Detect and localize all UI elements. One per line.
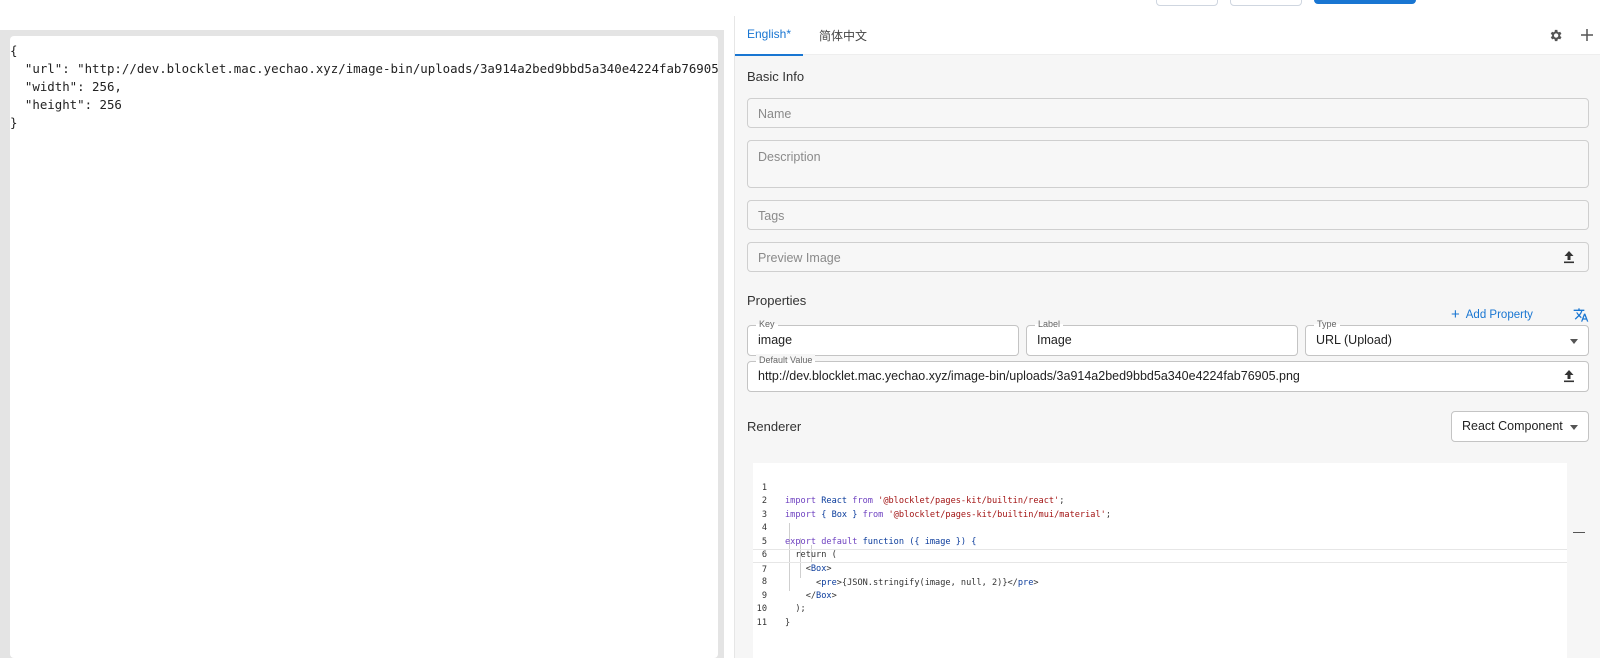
language-tabs: English* 简体中文 xyxy=(734,16,1600,56)
renderer-type-select[interactable]: React Component xyxy=(1451,411,1589,442)
renderer-heading: Renderer xyxy=(747,419,802,434)
upload-icon[interactable] xyxy=(1562,250,1578,266)
add-property-label: Add Property xyxy=(1465,309,1533,321)
preview-line: "height": 256 xyxy=(10,97,122,112)
code-line: 5 return ( xyxy=(753,522,1567,561)
preview-image-input[interactable]: Preview Image xyxy=(747,242,1589,272)
primary-action-button[interactable] xyxy=(1314,0,1416,4)
property-key-field[interactable]: Key image xyxy=(747,318,1019,356)
secondary-action-button[interactable] xyxy=(1230,0,1302,6)
translate-icon[interactable] xyxy=(1573,307,1589,323)
properties-heading: Properties xyxy=(747,293,807,308)
preview-image-placeholder: Preview Image xyxy=(758,251,841,265)
code-line: 11 xyxy=(753,603,1567,628)
key-label: Key xyxy=(756,318,778,330)
top-toolbar-strip xyxy=(0,0,1600,16)
default-value-label: Default Value xyxy=(756,354,816,366)
modified-indicator: * xyxy=(786,27,792,41)
tags-placeholder: Tags xyxy=(758,209,785,223)
preview-json-output: { "url": "http://dev.blocklet.mac.yechao… xyxy=(10,36,718,132)
type-value: URL (Upload) xyxy=(1316,333,1392,347)
renderer-type-value: React Component xyxy=(1462,419,1563,433)
component-settings-panel: English* 简体中文 Basic Info Name Descriptio… xyxy=(734,16,1600,658)
tags-input[interactable]: Tags xyxy=(747,200,1589,230)
tab-english[interactable]: English* xyxy=(734,27,804,56)
preview-canvas: { "url": "http://dev.blocklet.mac.yechao… xyxy=(10,36,718,658)
name-input[interactable]: Name xyxy=(747,98,1589,128)
code-line: 8 </Box> xyxy=(753,563,1567,601)
code-line: 2 import { Box } from '@blocklet/pages-k… xyxy=(753,482,1567,520)
add-property-button[interactable]: + Add Property xyxy=(1451,306,1533,323)
code-line-active: 7 <pre>{JSON.stringify(image, null, 2)}<… xyxy=(753,549,1567,588)
default-value-value: http://dev.blocklet.mac.yechao.xyz/image… xyxy=(758,369,1300,383)
code-line: 10 } xyxy=(753,590,1567,628)
property-label-field[interactable]: Label Image xyxy=(1026,318,1298,356)
gear-icon[interactable] xyxy=(1545,25,1565,45)
upload-icon[interactable] xyxy=(1562,369,1578,385)
code-line: 6 <Box> xyxy=(753,536,1567,574)
basic-info-heading: Basic Info xyxy=(747,69,805,84)
name-placeholder: Name xyxy=(758,107,792,121)
type-label: Type xyxy=(1314,318,1340,330)
preview-line: { xyxy=(10,43,18,58)
code-line: 4 export default function ({ image }) { xyxy=(753,509,1567,547)
description-placeholder: Description xyxy=(758,150,821,164)
code-line: 3 xyxy=(753,495,1567,520)
code-line: 1 import React from '@blocklet/pages-kit… xyxy=(753,468,1567,507)
renderer-code-editor[interactable]: 1 import React from '@blocklet/pages-kit… xyxy=(753,463,1567,658)
property-default-value-field[interactable]: Default Value http://dev.blocklet.mac.ye… xyxy=(747,354,1589,392)
chevron-down-icon xyxy=(1570,425,1578,430)
editor-scrollbar-marker[interactable] xyxy=(1573,532,1585,533)
preview-line: "url": "http://dev.blocklet.mac.yechao.x… xyxy=(10,61,718,76)
preview-line: "width": 256, xyxy=(10,79,122,94)
plus-icon: + xyxy=(1451,306,1460,323)
preview-pane: { "url": "http://dev.blocklet.mac.yechao… xyxy=(0,30,724,658)
tab-simplified-chinese[interactable]: 简体中文 xyxy=(819,27,867,44)
label-value: Image xyxy=(1037,333,1072,347)
key-value: image xyxy=(758,333,793,347)
code-line: 9 ); xyxy=(753,576,1567,615)
line-number: 11 xyxy=(756,617,767,628)
view-toggle-group[interactable] xyxy=(1156,0,1218,6)
chevron-down-icon xyxy=(1570,339,1578,344)
preview-line: } xyxy=(10,115,18,130)
property-type-select[interactable]: Type URL (Upload) xyxy=(1305,318,1589,356)
description-input[interactable]: Description xyxy=(747,140,1589,188)
label-label: Label xyxy=(1035,318,1064,330)
plus-icon[interactable] xyxy=(1577,25,1597,45)
